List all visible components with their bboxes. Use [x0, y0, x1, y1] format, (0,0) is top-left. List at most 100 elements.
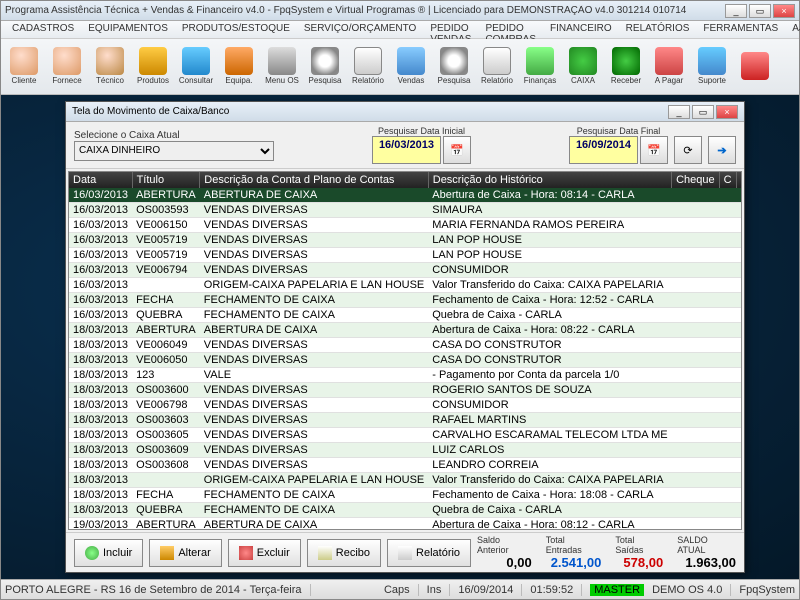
table-row[interactable]: 18/03/2013VE006050VENDAS DIVERSASCASA DO…	[69, 353, 742, 368]
refresh-icon[interactable]: ⟳	[674, 136, 702, 164]
table-row[interactable]: 16/03/2013ORIGEM-CAIXA PAPELARIA E LAN H…	[69, 278, 742, 293]
incluir-button[interactable]: Incluir	[74, 539, 143, 567]
table-row[interactable]: 18/03/2013OS003603VENDAS DIVERSASRAFAEL …	[69, 413, 742, 428]
table-row[interactable]: 18/03/2013ORIGEM-CAIXA PAPELARIA E LAN H…	[69, 473, 742, 488]
tool-cliente[interactable]: Cliente	[3, 41, 45, 91]
total-saidas-value: 578,00	[623, 555, 663, 570]
menu-pedido compras[interactable]: PEDIDO COMPRAS	[478, 21, 543, 38]
menu-ajuda[interactable]: AJUDA	[785, 21, 800, 38]
menu-cadastros[interactable]: CADASTROS	[5, 21, 81, 38]
status-date: 16/09/2014	[458, 584, 522, 596]
table-row[interactable]: 16/03/2013FECHAFECHAMENTO DE CAIXAFecham…	[69, 293, 742, 308]
table-row[interactable]: 18/03/2013VE006798VENDAS DIVERSASCONSUMI…	[69, 398, 742, 413]
date-end-group: Pesquisar Data Final 16/09/2014 📅	[569, 126, 668, 164]
tool-receber[interactable]: Receber	[605, 41, 647, 91]
cashflow-dialog: Tela do Movimento de Caixa/Banco _ ▭ × S…	[65, 101, 745, 573]
table-row[interactable]: 18/03/2013VE006049VENDAS DIVERSASCASA DO…	[69, 338, 742, 353]
tool-relatorio[interactable]: Relatório	[476, 41, 518, 91]
table-row[interactable]: 18/03/2013OS003605VENDAS DIVERSASCARVALH…	[69, 428, 742, 443]
col-header[interactable]: Cheque	[672, 172, 720, 188]
status-os: DEMO OS 4.0	[652, 584, 731, 596]
tool-pesquisa[interactable]: Pesquisa	[433, 41, 475, 91]
table-row[interactable]: 18/03/2013ABERTURAABERTURA DE CAIXAAbert…	[69, 323, 742, 338]
table-header-row: DataTítuloDescrição da Conta d Plano de …	[69, 172, 742, 188]
tool-apagar[interactable]: A Pagar	[648, 41, 690, 91]
table-row[interactable]: 18/03/2013OS003608VENDAS DIVERSASLEANDRO…	[69, 458, 742, 473]
total-entradas-value: 2.541,00	[551, 555, 602, 570]
tool-vendas[interactable]: Vendas	[390, 41, 432, 91]
col-header[interactable]: Descrição do Histórico	[428, 172, 671, 188]
col-header[interactable]: Data	[69, 172, 132, 188]
table-row[interactable]: 16/03/2013VE005719VENDAS DIVERSASLAN POP…	[69, 233, 742, 248]
menu-produtos/estoque[interactable]: PRODUTOS/ESTOQUE	[175, 21, 297, 38]
tool-financas[interactable]: Finanças	[519, 41, 561, 91]
menu-equipamentos[interactable]: EQUIPAMENTOS	[81, 21, 175, 38]
date-end-label: Pesquisar Data Final	[577, 126, 661, 136]
table-row[interactable]: 18/03/2013OS003609VENDAS DIVERSASLUIZ CA…	[69, 443, 742, 458]
caixa-select-label: Selecione o Caixa Atual	[74, 130, 274, 141]
menu-ferramentas[interactable]: FERRAMENTAS	[696, 21, 785, 38]
cashflow-table: DataTítuloDescrição da Conta d Plano de …	[69, 172, 742, 530]
maximize-button[interactable]: ▭	[749, 4, 771, 18]
table-row[interactable]: 18/03/2013QUEBRAFECHAMENTO DE CAIXAQuebr…	[69, 503, 742, 518]
dialog-title: Tela do Movimento de Caixa/Banco	[72, 106, 668, 117]
grid[interactable]: DataTítuloDescrição da Conta d Plano de …	[68, 171, 742, 530]
dialog-minimize-button[interactable]: _	[668, 105, 690, 119]
excluir-button[interactable]: Excluir	[228, 539, 301, 567]
table-row[interactable]: 18/03/2013OS003600VENDAS DIVERSASROGERIO…	[69, 383, 742, 398]
table-row[interactable]: 19/03/2013ABERTURAABERTURA DE CAIXAAbert…	[69, 518, 742, 531]
table-row[interactable]: 18/03/2013FECHAFECHAMENTO DE CAIXAFecham…	[69, 488, 742, 503]
tool-relatorio[interactable]: Relatório	[347, 41, 389, 91]
caixa-select[interactable]: CAIXA DINHEIRO	[74, 141, 274, 161]
fornece-icon	[53, 47, 81, 75]
col-header[interactable]: Descrição da Conta d Plano de Contas	[200, 172, 428, 188]
table-row[interactable]: 16/03/2013QUEBRAFECHAMENTO DE CAIXAQuebr…	[69, 308, 742, 323]
totals: Saldo Anterior0,00 Total Entradas2.541,0…	[477, 535, 736, 570]
menu-serviço/orçamento[interactable]: SERVIÇO/ORÇAMENTO	[297, 21, 423, 38]
minimize-button[interactable]: _	[725, 4, 747, 18]
table-row[interactable]: 18/03/2013123VALE- Pagamento por Conta d…	[69, 368, 742, 383]
dialog-bottom-bar: Incluir Alterar Excluir Recibo Relatório…	[66, 532, 744, 572]
table-row[interactable]: 16/03/2013ABERTURAABERTURA DE CAIXAAbert…	[69, 188, 742, 203]
tool-caixa[interactable]: CAIXA	[562, 41, 604, 91]
menu-relatórios[interactable]: RELATÓRIOS	[619, 21, 697, 38]
tool-fornece[interactable]: Fornece	[46, 41, 88, 91]
status-location: PORTO ALEGRE - RS 16 de Setembro de 2014…	[5, 584, 311, 596]
date-end-picker-icon[interactable]: 📅	[640, 136, 668, 164]
col-header[interactable]: Título	[132, 172, 200, 188]
col-header[interactable]: Entrada	[736, 172, 742, 188]
dialog-titlebar: Tela do Movimento de Caixa/Banco _ ▭ ×	[66, 102, 744, 122]
date-end-value[interactable]: 16/09/2014	[569, 136, 638, 164]
table-row[interactable]: 16/03/2013VE006794VENDAS DIVERSASCONSUMI…	[69, 263, 742, 278]
tool-pesquisa[interactable]: Pesquisa	[304, 41, 346, 91]
add-icon	[85, 546, 99, 560]
edit-icon	[160, 546, 174, 560]
delete-icon	[239, 546, 253, 560]
tool-equipa[interactable]: Equipa.	[218, 41, 260, 91]
tool-menu[interactable]: Menu OS	[261, 41, 303, 91]
tool-suporte[interactable]: Suporte	[691, 41, 733, 91]
dialog-filter-bar: Selecione o Caixa Atual CAIXA DINHEIRO P…	[66, 122, 744, 169]
menubar: CADASTROSEQUIPAMENTOSPRODUTOS/ESTOQUESER…	[1, 21, 799, 39]
table-body: 16/03/2013ABERTURAABERTURA DE CAIXAAbert…	[69, 188, 742, 530]
tecnico-icon	[96, 47, 124, 75]
table-row[interactable]: 16/03/2013OS003593VENDAS DIVERSASSIMAURA…	[69, 203, 742, 218]
tool-produtos[interactable]: Produtos	[132, 41, 174, 91]
close-button[interactable]: ×	[773, 4, 795, 18]
tool-sair[interactable]	[734, 41, 776, 91]
menu-pedido vendas[interactable]: PEDIDO VENDAS	[423, 21, 478, 38]
table-row[interactable]: 16/03/2013VE006150VENDAS DIVERSASMARIA F…	[69, 218, 742, 233]
next-icon[interactable]: ➔	[708, 136, 736, 164]
recibo-button[interactable]: Recibo	[307, 539, 381, 567]
relatorio-button[interactable]: Relatório	[387, 539, 471, 567]
col-header[interactable]: C	[719, 172, 736, 188]
table-row[interactable]: 16/03/2013VE005719VENDAS DIVERSASLAN POP…	[69, 248, 742, 263]
date-start-value[interactable]: 16/03/2013	[372, 136, 441, 164]
date-start-picker-icon[interactable]: 📅	[443, 136, 471, 164]
dialog-close-button[interactable]: ×	[716, 105, 738, 119]
alterar-button[interactable]: Alterar	[149, 539, 221, 567]
dialog-maximize-button[interactable]: ▭	[692, 105, 714, 119]
tool-consultar[interactable]: Consultar	[175, 41, 217, 91]
menu-financeiro[interactable]: FINANCEIRO	[543, 21, 619, 38]
tool-tecnico[interactable]: Técnico	[89, 41, 131, 91]
